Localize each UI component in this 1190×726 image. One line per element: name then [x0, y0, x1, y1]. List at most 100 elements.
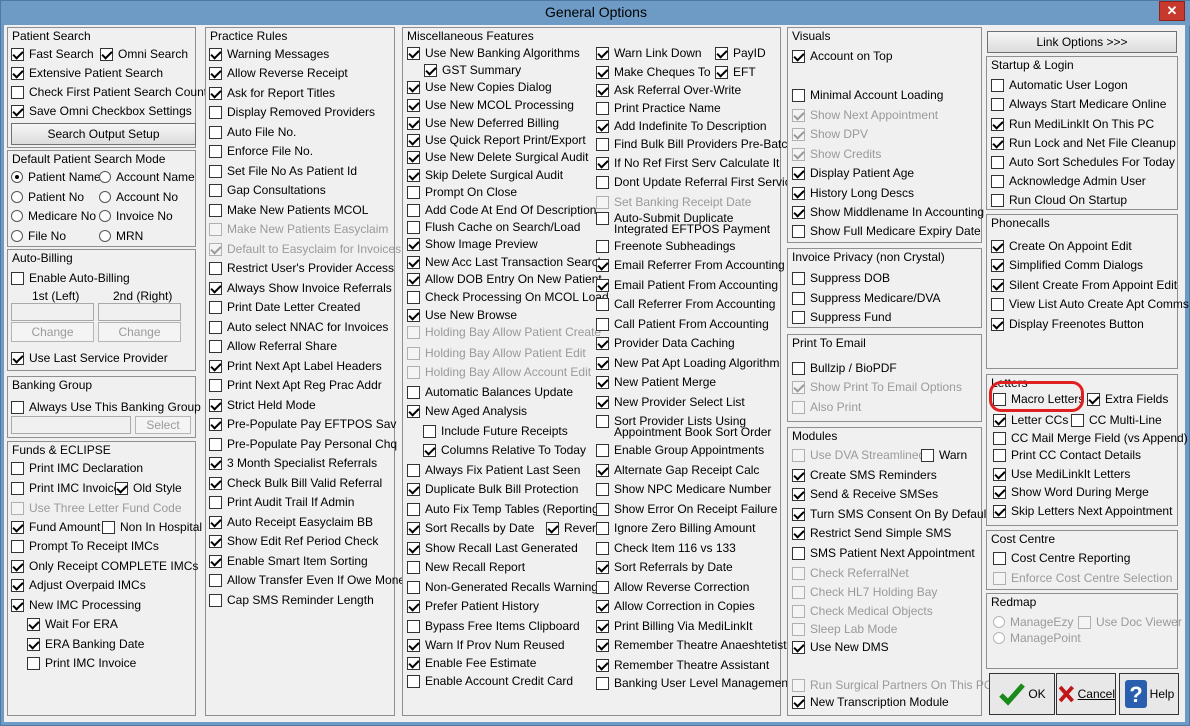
visuals-item[interactable]: Minimal Account Loading — [792, 86, 943, 104]
radio-medicare-no[interactable]: Medicare No — [11, 207, 96, 225]
misc-col2-item[interactable]: Dont Update Referral First Service — [596, 173, 797, 191]
visuals-item[interactable]: Show Middlename In Accounting — [792, 203, 984, 221]
practice-rule-item[interactable]: Print Next Apt Reg Prac Addr — [209, 376, 382, 394]
startup-item[interactable]: Always Start Medicare Online — [991, 95, 1166, 113]
misc-col2-item[interactable]: Print Billing Via MediLinkIt — [596, 617, 753, 635]
extensive-search-checkbox[interactable]: Extensive Patient Search — [11, 64, 163, 82]
modules-item[interactable]: Use New DMS — [792, 638, 889, 656]
funds-item[interactable]: Wait For ERA — [27, 615, 118, 633]
visuals-item[interactable]: Display Patient Age — [792, 164, 914, 182]
misc-col1-item[interactable]: GST Summary — [424, 61, 521, 79]
misc-col1-item[interactable]: Use New Banking Algorithms — [407, 44, 580, 62]
misc-col2-item[interactable]: Find Bulk Bill Providers Pre-Batch — [596, 135, 794, 153]
practice-rule-item[interactable]: Enable Smart Item Sorting — [209, 552, 368, 570]
practice-rule-item[interactable]: Auto select NNAC for Invoices — [209, 318, 388, 336]
misc-col2-item[interactable]: Enable Group Appointments — [596, 441, 764, 459]
misc-col2-item[interactable]: Call Patient From Accounting — [596, 315, 769, 333]
save-omni-checkbox[interactable]: Save Omni Checkbox Settings — [11, 102, 192, 120]
practice-rule-item[interactable]: Auto File No. — [209, 123, 296, 141]
funds-item[interactable]: Fund Amount — [11, 518, 100, 536]
misc-col2-item[interactable]: Sort Referrals by Date — [596, 558, 733, 576]
enable-auto-billing-checkbox[interactable]: Enable Auto-Billing — [11, 269, 130, 287]
practice-rule-item[interactable]: Always Show Invoice Referrals — [209, 279, 392, 297]
last-service-provider-checkbox[interactable]: Use Last Service Provider — [11, 349, 168, 367]
funds-item[interactable]: New IMC Processing — [11, 596, 141, 614]
startup-item[interactable]: Run MediLinkIt On This PC — [991, 115, 1154, 133]
misc-col1-item[interactable]: Non-Generated Recalls Warning — [407, 578, 598, 596]
cancel-button[interactable]: Cancel — [1056, 673, 1116, 715]
radio-invoice-no[interactable]: Invoice No — [99, 207, 173, 225]
misc-col2-item[interactable]: Warn Link Down — [596, 44, 702, 62]
always-banking-group-checkbox[interactable]: Always Use This Banking Group — [11, 398, 201, 416]
practice-rule-item[interactable]: Allow Referral Share — [209, 337, 337, 355]
practice-rule-item[interactable]: Ask for Report Titles — [209, 84, 335, 102]
invoice-privacy-item[interactable]: Suppress Fund — [792, 308, 891, 326]
check-first-count-checkbox[interactable]: Check First Patient Search Count — [11, 83, 207, 101]
funds-item[interactable]: Print IMC Invoice — [27, 654, 136, 672]
misc-col1-item[interactable]: Duplicate Bulk Bill Protection — [407, 480, 578, 498]
misc-col2-item[interactable]: Make Cheques To — [596, 63, 711, 81]
invoice-privacy-item[interactable]: Suppress DOB — [792, 269, 890, 287]
first-provider-field[interactable] — [11, 303, 94, 321]
misc-col2-item[interactable]: Allow Reverse Correction — [596, 578, 749, 596]
radio-account-no[interactable]: Account No — [99, 188, 178, 206]
ok-button[interactable]: OK — [989, 673, 1055, 715]
funds-item[interactable]: Adjust Overpaid IMCs — [11, 576, 146, 594]
misc-col2-item[interactable]: Freenote Subheadings — [596, 237, 735, 255]
misc-col2-item[interactable]: Email Patient From Accounting — [596, 276, 778, 294]
modules-item[interactable]: Warn — [921, 446, 967, 464]
letters-item[interactable]: CC Multi-Line — [1071, 411, 1162, 429]
misc-col2-item[interactable]: Ask Referral Over-Write — [596, 81, 741, 99]
print-email-item[interactable]: Bullzip / BioPDF — [792, 359, 897, 377]
misc-col1-item[interactable]: Enable Account Credit Card — [407, 672, 573, 690]
misc-col1-item[interactable]: Use New MCOL Processing — [407, 96, 574, 114]
misc-col1-item[interactable]: Use Quick Report Print/Export — [407, 131, 586, 149]
misc-col1-item[interactable]: Use New Delete Surgical Audit — [407, 148, 588, 166]
practice-rule-item[interactable]: Restrict User's Provider Access — [209, 259, 394, 277]
misc-col1-item[interactable]: Use New Deferred Billing — [407, 114, 559, 132]
letters-item[interactable]: Use MediLinkIt Letters — [993, 465, 1130, 483]
misc-col1-item[interactable]: Prefer Patient History — [407, 597, 539, 615]
letters-item[interactable]: Extra Fields — [1087, 390, 1168, 408]
cost-centre-reporting-checkbox[interactable]: Cost Centre Reporting — [993, 549, 1130, 567]
modules-item[interactable]: Restrict Send Simple SMS — [792, 524, 951, 542]
funds-item[interactable]: ERA Banking Date — [27, 635, 144, 653]
misc-col1-item[interactable]: Include Future Receipts — [423, 422, 568, 440]
misc-col2-item[interactable]: Banking User Level Management — [596, 674, 791, 692]
title-bar[interactable]: General Options ✕ — [1, 1, 1190, 26]
practice-rule-item[interactable]: Pre-Populate Pay EFTPOS Sav — [209, 415, 396, 433]
misc-col2-item[interactable]: Provider Data Caching — [596, 334, 735, 352]
search-output-setup-button[interactable]: Search Output Setup — [11, 123, 196, 145]
radio-mrn[interactable]: MRN — [99, 227, 143, 245]
letters-item[interactable]: CC Mail Merge Field (vs Append) — [993, 429, 1188, 447]
modules-item[interactable]: Turn SMS Consent On By Default — [792, 505, 990, 523]
phonecalls-item[interactable]: View List Auto Create Apt Comms — [991, 295, 1189, 313]
misc-col1-item[interactable]: Skip Delete Surgical Audit — [407, 166, 563, 184]
practice-rule-item[interactable]: Gap Consultations — [209, 181, 326, 199]
misc-col2-item[interactable]: Show NPC Medicare Number — [596, 480, 771, 498]
misc-col1-item[interactable]: Use New Browse — [407, 306, 517, 324]
phonecalls-item[interactable]: Silent Create From Appoint Edit — [991, 276, 1177, 294]
startup-item[interactable]: Automatic User Logon — [991, 76, 1128, 94]
letters-item[interactable]: Print CC Contact Details — [993, 446, 1141, 464]
misc-col2-item[interactable]: New Patient Merge — [596, 373, 716, 391]
misc-col1-item[interactable]: Warn If Prov Num Reused — [407, 636, 565, 654]
practice-rule-item[interactable]: Allow Transfer Even If Owe Money — [209, 571, 411, 589]
modules-item[interactable]: New Transcription Module — [792, 693, 949, 711]
modules-item[interactable]: SMS Patient Next Appointment — [792, 544, 975, 562]
misc-col2-item[interactable]: Print Practice Name — [596, 99, 721, 117]
close-button[interactable]: ✕ — [1159, 1, 1185, 21]
startup-item[interactable]: Auto Sort Schedules For Today — [991, 153, 1175, 171]
misc-col1-item[interactable]: New Aged Analysis — [407, 402, 527, 420]
invoice-privacy-item[interactable]: Suppress Medicare/DVA — [792, 289, 941, 307]
misc-col2-item[interactable]: PayID — [715, 44, 766, 62]
modules-item[interactable]: Send & Receive SMSes — [792, 485, 938, 503]
phonecalls-item[interactable]: Display Freenotes Button — [991, 315, 1144, 333]
letters-item[interactable]: Letter CCs — [993, 411, 1068, 429]
practice-rule-item[interactable]: Strict Held Mode — [209, 396, 316, 414]
link-options-button[interactable]: Link Options >>> — [987, 31, 1177, 53]
misc-col2-item[interactable]: Remember Theatre Anaeshtetist — [596, 636, 787, 654]
misc-col1-item[interactable]: New Acc Last Transaction Search — [407, 253, 604, 271]
visuals-item[interactable]: History Long Descs — [792, 184, 914, 202]
misc-col2-item[interactable]: Alternate Gap Receipt Calc — [596, 461, 759, 479]
